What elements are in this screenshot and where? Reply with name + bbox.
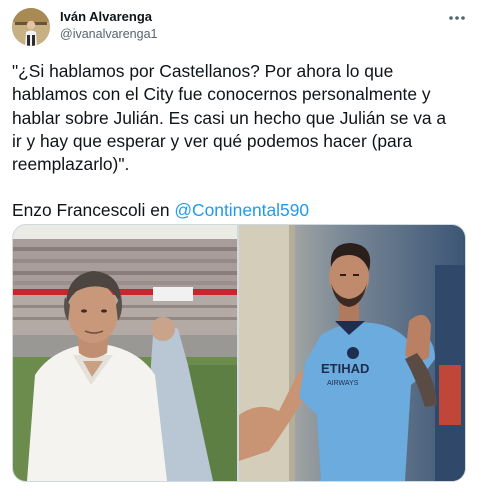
tweet-line: ir y hay que esperar y ver qué podemos h… — [12, 130, 413, 151]
tweet-line: reemplazarlo)". — [12, 154, 130, 175]
media-grid: ETIHAD AIRWAYS — [12, 224, 466, 482]
tweet-line: hablamos con el City fue conocernos pers… — [12, 84, 431, 105]
author-handle[interactable]: @ivanalvarenga1 — [60, 27, 157, 41]
shirt-sponsor: ETIHAD — [321, 361, 369, 376]
author-name[interactable]: Iván Alvarenga — [60, 9, 152, 24]
mention-link[interactable]: @Continental590 — [174, 200, 309, 220]
more-options-button[interactable] — [442, 8, 472, 28]
more-horizontal-icon — [449, 16, 465, 20]
tweet-line: hablar sobre Julián. Es casi un hecho qu… — [12, 107, 447, 128]
shirt-sponsor-sub: AIRWAYS — [327, 380, 359, 387]
tweet-line: "¿Si hablamos por Castellanos? Por ahora… — [12, 61, 394, 81]
tweet-attribution: Enzo Francescoli en @Continental590 — [12, 199, 472, 222]
tweet-text: "¿Si hablamos por Castellanos? Por ahora… — [12, 60, 472, 223]
photo-castellanos[interactable]: ETIHAD AIRWAYS — [239, 225, 465, 481]
tweet-card: Iván Alvarenga @ivanalvarenga1 "¿Si habl… — [0, 0, 479, 492]
attribution-text: Enzo Francescoli en — [12, 200, 175, 221]
photo-francescoli[interactable] — [13, 225, 237, 481]
author-avatar[interactable] — [12, 8, 50, 46]
